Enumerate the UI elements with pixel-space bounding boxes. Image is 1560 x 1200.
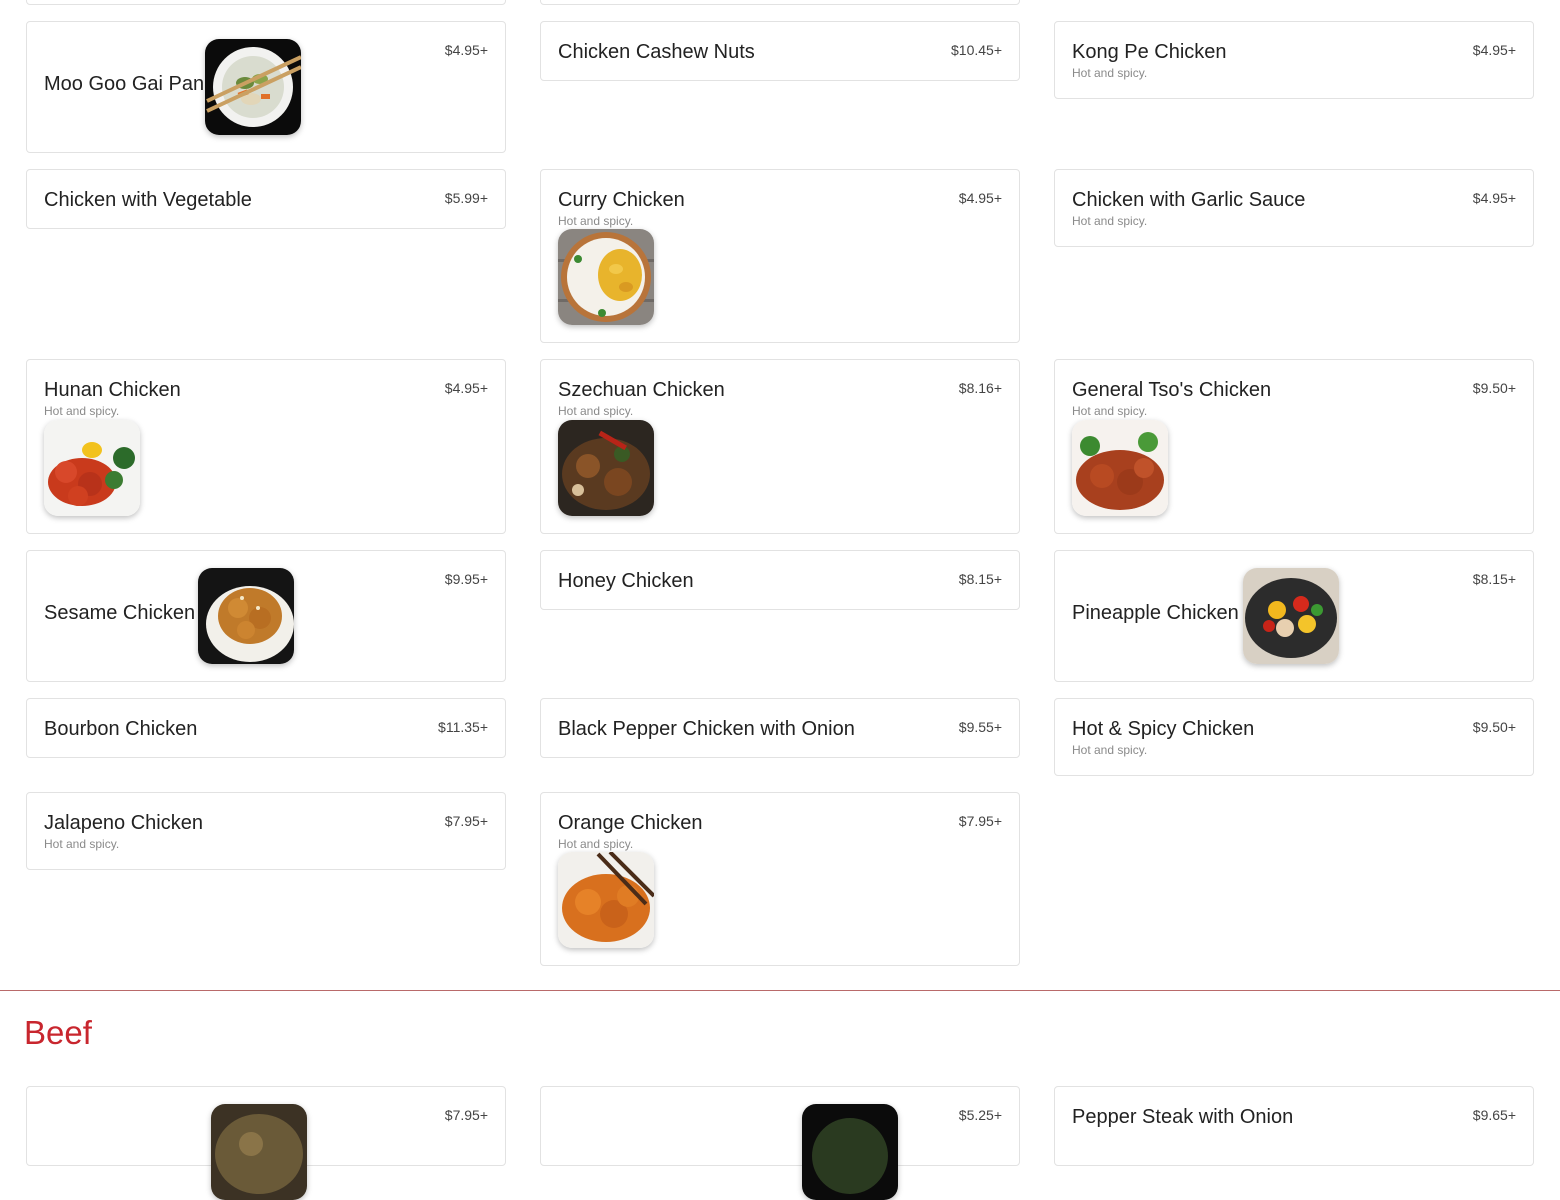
- item-price: $9.65+: [1472, 1107, 1516, 1123]
- item-description: Hot and spicy.: [44, 837, 120, 851]
- item-name: Black Pepper Chicken with Onion: [558, 718, 855, 740]
- section-divider: [0, 990, 1560, 991]
- item-price: $5.25+: [958, 1107, 1002, 1123]
- item-name: Chicken with Garlic Sauce: [1072, 189, 1306, 211]
- dish-photo: [1243, 568, 1339, 664]
- item-price: $9.95+: [444, 571, 488, 587]
- menu-item-card[interactable]: $7.95+: [26, 1086, 506, 1200]
- item-description: Hot and spicy.: [1072, 743, 1148, 757]
- item-price: $4.95+: [444, 380, 488, 396]
- item-price: $4.95+: [1472, 42, 1516, 58]
- menu-item-sesame-chicken[interactable]: Sesame Chicken $9.95+: [26, 550, 506, 682]
- item-price: $7.95+: [444, 813, 488, 829]
- item-description: Hot and spicy.: [1072, 66, 1148, 80]
- item-price: $4.95+: [444, 42, 488, 58]
- menu-item-pepper-steak-with-onion[interactable]: Pepper Steak with Onion $9.65+: [1054, 1086, 1534, 1166]
- menu-item-bourbon-chicken[interactable]: Bourbon Chicken $11.35+: [26, 698, 506, 758]
- item-name: Szechuan Chicken: [558, 379, 725, 401]
- menu-item-orange-chicken[interactable]: Orange Chicken Hot and spicy. $7.95+: [540, 792, 1020, 966]
- menu-item-curry-chicken[interactable]: Curry Chicken Hot and spicy. $4.95+: [540, 169, 1020, 343]
- item-description: Hot and spicy.: [558, 404, 634, 418]
- item-name: Jalapeno Chicken: [44, 812, 203, 834]
- item-name: Pepper Steak with Onion: [1072, 1106, 1294, 1128]
- item-name: Kong Pe Chicken: [1072, 41, 1227, 63]
- dish-photo: [44, 420, 140, 516]
- item-name: Hot & Spicy Chicken: [1072, 718, 1255, 740]
- item-price: $4.95+: [958, 190, 1002, 206]
- item-name: Sesame Chicken: [44, 602, 196, 624]
- item-price: $8.16+: [958, 380, 1002, 396]
- menu-item-black-pepper-chicken-with-onion[interactable]: Black Pepper Chicken with Onion $9.55+: [540, 698, 1020, 758]
- menu-item-pineapple-chicken[interactable]: Pineapple Chicken $8.15+: [1054, 550, 1534, 682]
- dish-photo: [558, 852, 654, 948]
- item-name: Curry Chicken: [558, 189, 685, 211]
- item-name: Chicken Cashew Nuts: [558, 41, 755, 63]
- item-price: $11.35+: [438, 719, 488, 735]
- item-name: Moo Goo Gai Pan: [44, 73, 205, 95]
- menu-item-szechuan-chicken[interactable]: Szechuan Chicken Hot and spicy. $8.16+: [540, 359, 1020, 534]
- menu-item-chicken-cashew-nuts[interactable]: Chicken Cashew Nuts $10.45+: [540, 21, 1020, 81]
- item-description: Hot and spicy.: [44, 404, 120, 418]
- menu-item-chicken-with-vegetable[interactable]: Chicken with Vegetable $5.99+: [26, 169, 506, 229]
- dish-photo: [198, 568, 294, 664]
- item-description: Hot and spicy.: [1072, 404, 1148, 418]
- menu-item-honey-chicken[interactable]: Honey Chicken $8.15+: [540, 550, 1020, 610]
- item-price: $7.95+: [444, 1107, 488, 1123]
- item-description: Hot and spicy.: [558, 214, 634, 228]
- item-name: Chicken with Vegetable: [44, 189, 252, 211]
- dish-photo: [558, 229, 654, 325]
- menu-item-card[interactable]: [26, 0, 506, 5]
- item-price: $10.45+: [951, 42, 1002, 58]
- item-price: $5.99+: [444, 190, 488, 206]
- item-price: $8.15+: [958, 571, 1002, 587]
- menu-item-hot-spicy-chicken[interactable]: Hot & Spicy Chicken Hot and spicy. $9.50…: [1054, 698, 1534, 776]
- item-name: Hunan Chicken: [44, 379, 181, 401]
- section-title-beef: Beef: [24, 1014, 92, 1051]
- item-name: General Tso's Chicken: [1072, 379, 1272, 401]
- menu-item-card[interactable]: $5.25+: [540, 1086, 1020, 1200]
- item-price: $9.50+: [1472, 719, 1516, 735]
- dish-photo: [205, 39, 301, 135]
- menu-item-general-tsos-chicken[interactable]: General Tso's Chicken Hot and spicy. $9.…: [1054, 359, 1534, 534]
- item-name: Bourbon Chicken: [44, 718, 198, 740]
- menu-item-moo-goo-gai-pan[interactable]: Moo Goo Gai Pan $4.95+: [26, 21, 506, 153]
- menu-item-card[interactable]: [540, 0, 1020, 5]
- menu-item-kong-pe-chicken[interactable]: Kong Pe Chicken Hot and spicy. $4.95+: [1054, 21, 1534, 99]
- dish-photo: [211, 1104, 307, 1200]
- dish-photo: [558, 420, 654, 516]
- item-price: $9.55+: [958, 719, 1002, 735]
- item-description: Hot and spicy.: [1072, 214, 1148, 228]
- menu-item-jalapeno-chicken[interactable]: Jalapeno Chicken Hot and spicy. $7.95+: [26, 792, 506, 870]
- item-price: $4.95+: [1472, 190, 1516, 206]
- item-description: Hot and spicy.: [558, 837, 634, 851]
- menu-item-chicken-with-garlic-sauce[interactable]: Chicken with Garlic Sauce Hot and spicy.…: [1054, 169, 1534, 247]
- dish-photo: [802, 1104, 898, 1200]
- menu-item-hunan-chicken[interactable]: Hunan Chicken Hot and spicy. $4.95+: [26, 359, 506, 534]
- item-name: Honey Chicken: [558, 570, 694, 592]
- item-price: $8.15+: [1472, 571, 1516, 587]
- item-name: Pineapple Chicken: [1072, 602, 1239, 624]
- dish-photo: [1072, 420, 1168, 516]
- item-price: $9.50+: [1472, 380, 1516, 396]
- item-name: Orange Chicken: [558, 812, 703, 834]
- item-price: $7.95+: [958, 813, 1002, 829]
